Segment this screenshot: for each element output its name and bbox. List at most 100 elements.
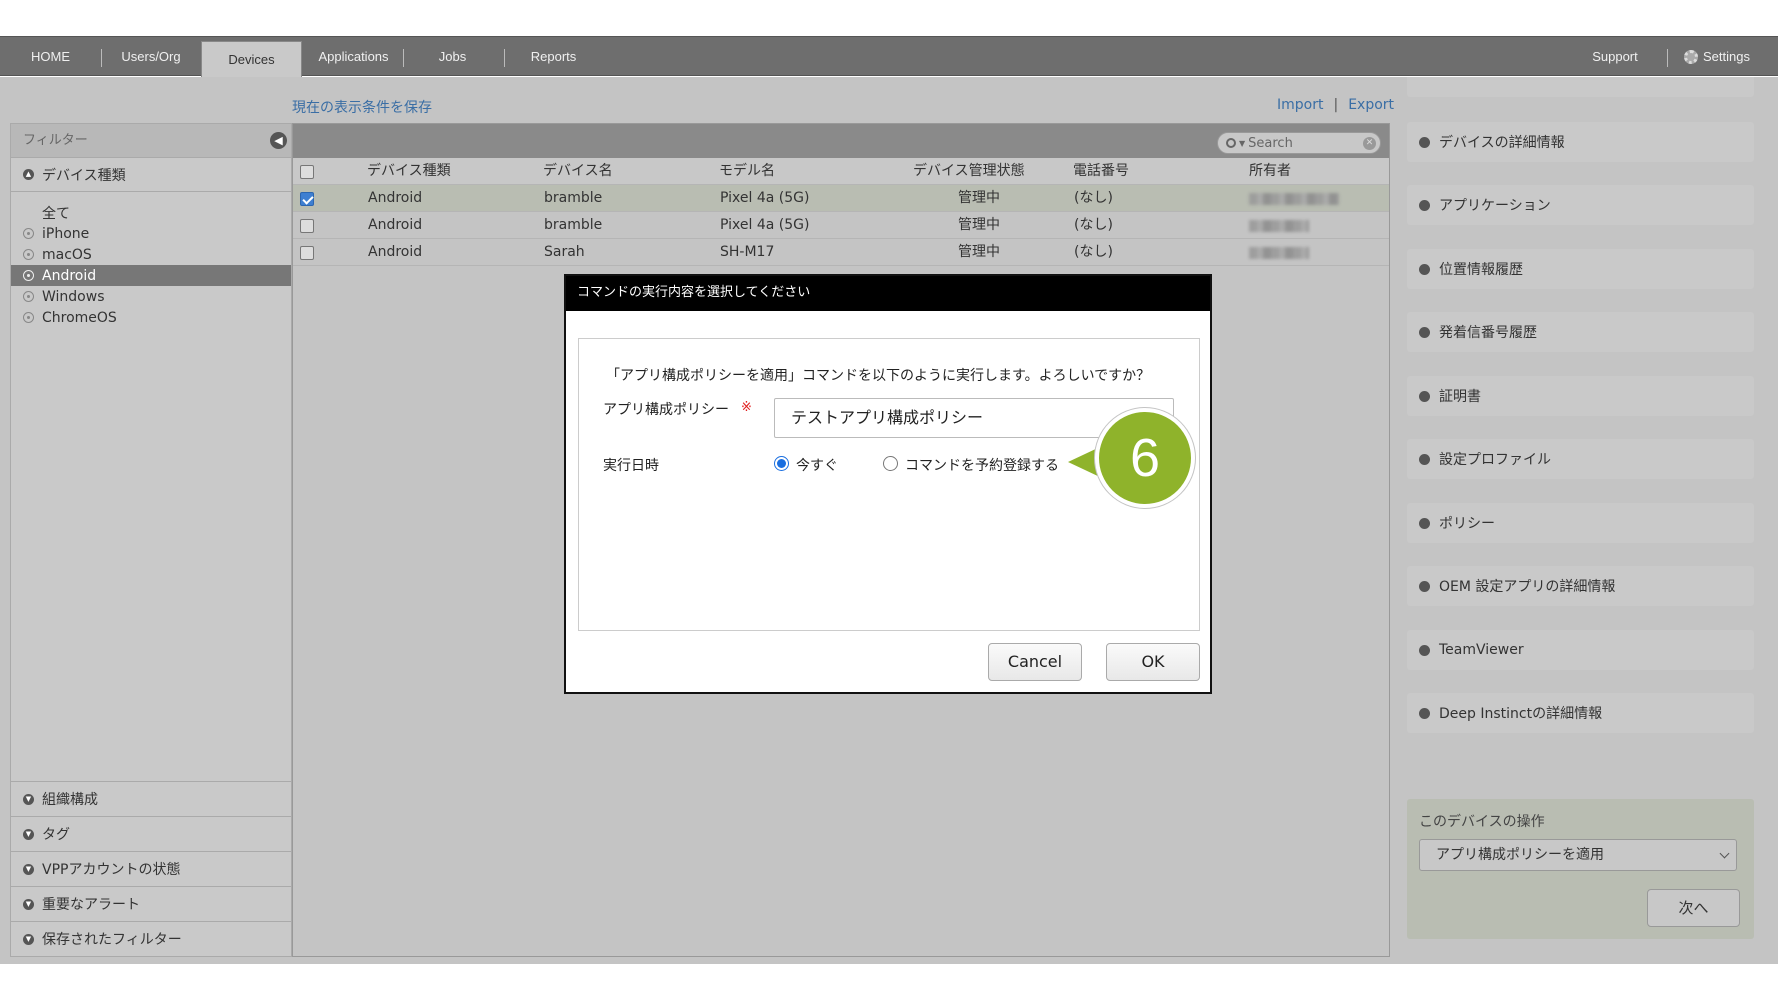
col-header-model[interactable]: モデル名 [719, 158, 775, 185]
cell-status: 管理中 [958, 217, 1000, 233]
cancel-button[interactable]: Cancel [988, 643, 1082, 681]
filter-item-windows[interactable]: Windows [11, 286, 291, 307]
detail-section-device-info[interactable]: デバイスの詳細情報 [1407, 122, 1754, 162]
dialog-title: コマンドの実行内容を選択してください [566, 276, 1210, 311]
cell-model: SH-M17 [720, 244, 775, 260]
detail-section-collapsed[interactable] [1407, 77, 1754, 97]
filter-section-tag[interactable]: ▼ タグ [11, 816, 291, 851]
required-mark: ※ [741, 400, 752, 415]
cell-phone: (なし) [1074, 217, 1113, 233]
filter-item-all[interactable]: 全て [11, 202, 291, 223]
detail-section-applications[interactable]: アプリケーション [1407, 185, 1754, 225]
filter-item-iphone[interactable]: iPhone [11, 223, 291, 244]
filter-item-chromeos[interactable]: ChromeOS [11, 307, 291, 328]
operation-select[interactable]: アプリ構成ポリシーを適用 [1419, 839, 1737, 871]
tab-reports[interactable]: Reports [525, 37, 582, 76]
select-all-checkbox[interactable] [300, 165, 314, 179]
filter-item-macos[interactable]: macOS [11, 244, 291, 265]
detail-section-deep-instinct[interactable]: Deep Instinctの詳細情報 [1407, 693, 1754, 733]
col-header-name[interactable]: デバイス名 [543, 158, 613, 185]
col-header-type[interactable]: デバイス種類 [367, 158, 451, 185]
import-link[interactable]: Import [1277, 97, 1323, 113]
radio-schedule[interactable] [883, 456, 898, 471]
chevron-down-icon [1419, 326, 1430, 338]
tab-devices[interactable]: Devices [201, 41, 302, 77]
datetime-label: 実行日時 [603, 458, 659, 474]
cell-name: Sarah [544, 244, 585, 260]
tab-applications[interactable]: Applications [311, 37, 396, 76]
device-type-list: 全て iPhone macOS Android Windows ChromeOS [11, 192, 291, 328]
table-row[interactable]: Android Sarah SH-M17 管理中 (なし) [293, 239, 1389, 266]
tab-users-org[interactable]: Users/Org [112, 37, 190, 76]
top-nav-bar: HOME Users/Org Devices Applications Jobs… [0, 36, 1778, 77]
cell-type: Android [368, 217, 423, 233]
filter-section-label: タグ [42, 827, 70, 843]
link-separator: | [1333, 97, 1339, 113]
detail-section-profiles[interactable]: 設定プロファイル [1407, 439, 1754, 479]
support-link[interactable]: Support [1585, 37, 1645, 76]
detail-section-oem[interactable]: OEM 設定アプリの詳細情報 [1407, 566, 1754, 606]
table-row[interactable]: Android bramble Pixel 4a (5G) 管理中 (なし) [293, 185, 1389, 212]
next-button[interactable]: 次へ [1647, 889, 1740, 927]
collapse-left-icon[interactable]: ◀ [270, 132, 287, 149]
filter-section-label: VPPアカウントの状態 [42, 862, 181, 878]
detail-section-label: アプリケーション [1439, 198, 1551, 214]
filter-section-alerts[interactable]: ▼ 重要なアラート [11, 886, 291, 921]
tab-separator [504, 49, 505, 67]
chevron-down-icon: ▼ [1239, 138, 1246, 148]
search-input[interactable]: ▼ Search ✕ [1217, 132, 1381, 154]
chevron-down-icon [1419, 580, 1430, 592]
radio-dot-icon [23, 249, 34, 260]
filter-item-android[interactable]: Android [11, 265, 291, 286]
col-header-owner[interactable]: 所有者 [1249, 158, 1291, 185]
settings-link[interactable]: Settings [1684, 37, 1750, 76]
dialog-message: 「アプリ構成ポリシーを適用」コマンドを以下のように実行します。よろしいですか？ [606, 368, 1151, 384]
detail-section-location[interactable]: 位置情報履歴 [1407, 249, 1754, 289]
tab-separator [1667, 49, 1668, 67]
device-operation-box: このデバイスの操作 アプリ構成ポリシーを適用 次へ [1407, 799, 1754, 939]
row-checkbox[interactable] [300, 219, 314, 233]
filter-section-org[interactable]: ▼ 組織構成 [11, 781, 291, 816]
tab-separator [101, 49, 102, 67]
filter-header: フィルター ◀ [11, 124, 291, 158]
filter-item-label: iPhone [42, 225, 90, 242]
tab-separator [403, 49, 404, 67]
detail-section-label: 設定プロファイル [1439, 452, 1551, 468]
save-view-link[interactable]: 現在の表示条件を保存 [292, 97, 432, 117]
detail-section-policy[interactable]: ポリシー [1407, 503, 1754, 543]
filter-section-device-type[interactable]: ▲ デバイス種類 [11, 158, 291, 192]
radio-now[interactable] [774, 456, 789, 471]
col-header-status[interactable]: デバイス管理状態 [913, 158, 1025, 185]
policy-label: アプリ構成ポリシー [603, 402, 729, 418]
table-row[interactable]: Android bramble Pixel 4a (5G) 管理中 (なし) [293, 212, 1389, 239]
table-header-row: デバイス種類 デバイス名 モデル名 デバイス管理状態 電話番号 所有者 [293, 158, 1389, 185]
clear-icon[interactable]: ✕ [1363, 137, 1376, 150]
filter-title: フィルター [23, 133, 88, 148]
search-placeholder: Search [1248, 135, 1293, 151]
filter-bottom-sections: ▼ 組織構成 ▼ タグ ▼ VPPアカウントの状態 ▼ 重要なアラート ▼ 保存… [11, 781, 291, 956]
radio-dot-icon [23, 270, 34, 281]
export-link[interactable]: Export [1348, 97, 1394, 113]
cell-type: Android [368, 190, 423, 206]
detail-section-label: 位置情報履歴 [1439, 262, 1523, 278]
filter-section-vpp[interactable]: ▼ VPPアカウントの状態 [11, 851, 291, 886]
tab-home[interactable]: HOME [18, 37, 83, 76]
filter-item-label: ChromeOS [42, 309, 117, 326]
filter-item-label: Android [42, 267, 97, 284]
cell-status: 管理中 [958, 244, 1000, 260]
row-checkbox[interactable] [300, 246, 314, 260]
radio-schedule-label[interactable]: コマンドを予約登録する [905, 455, 1059, 475]
owner-redacted [1249, 193, 1339, 205]
tab-jobs[interactable]: Jobs [425, 37, 480, 76]
ok-button[interactable]: OK [1106, 643, 1200, 681]
radio-now-label[interactable]: 今すぐ [796, 455, 838, 475]
col-header-phone[interactable]: 電話番号 [1073, 158, 1129, 185]
filter-section-saved[interactable]: ▼ 保存されたフィルター [11, 921, 291, 956]
chevron-down-icon [1419, 517, 1430, 529]
cell-phone: (なし) [1074, 244, 1113, 260]
detail-section-call-history[interactable]: 発着信番号履歴 [1407, 312, 1754, 352]
detail-section-teamviewer[interactable]: TeamViewer [1407, 630, 1754, 670]
detail-section-certificates[interactable]: 証明書 [1407, 376, 1754, 416]
chevron-down-icon: ▼ [23, 863, 34, 875]
row-checkbox[interactable] [300, 192, 314, 206]
